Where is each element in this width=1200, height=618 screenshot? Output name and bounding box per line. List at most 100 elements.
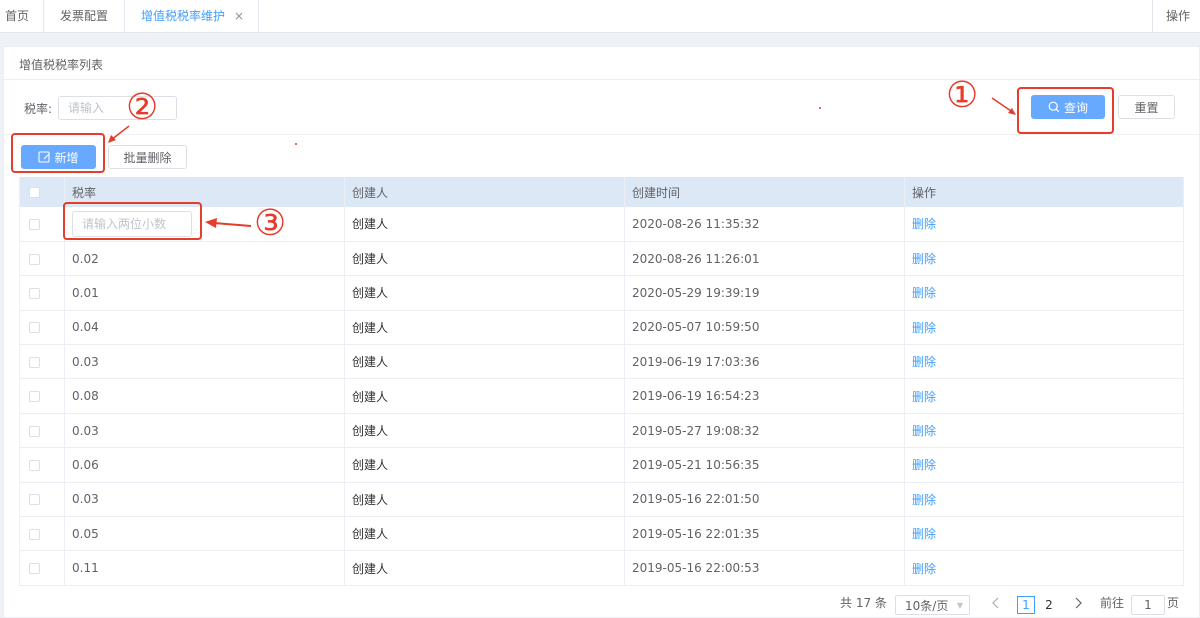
delete-link[interactable]: 删除 xyxy=(912,562,936,576)
rate-cell: 0.03 xyxy=(64,413,345,449)
row-checkbox[interactable] xyxy=(29,322,40,334)
rate-cell: 0.03 xyxy=(64,344,345,380)
delete-link[interactable]: 删除 xyxy=(912,321,936,335)
delete-link[interactable]: 删除 xyxy=(912,527,936,541)
creator-cell: 创建人 xyxy=(344,207,625,242)
row-checkbox[interactable] xyxy=(29,528,40,540)
created-time-cell: 2019-05-27 19:08:32 xyxy=(624,413,905,449)
select-all-checkbox[interactable] xyxy=(29,187,40,198)
chevron-left-icon xyxy=(992,597,999,609)
created-time-cell: 2020-08-26 11:35:32 xyxy=(624,207,905,242)
row-checkbox[interactable] xyxy=(29,253,40,265)
card-title: 增值税税率列表 xyxy=(19,58,104,72)
creator-cell: 创建人 xyxy=(344,344,625,380)
stray-mark xyxy=(819,107,821,109)
creator-cell: 创建人 xyxy=(344,413,625,449)
action-cell: 删除 xyxy=(904,482,1184,518)
annotation-arrow-2 xyxy=(108,125,130,143)
chevron-right-icon xyxy=(1075,597,1082,609)
delete-link[interactable]: 删除 xyxy=(912,424,936,438)
action-cell: 删除 xyxy=(904,207,1184,242)
goto-prefix: 前往 xyxy=(1100,596,1125,610)
tab-vat-rate[interactable]: 增值税税率维护 × xyxy=(125,0,260,33)
action-cell: 删除 xyxy=(904,447,1184,483)
table-row[interactable]: 0.02 创建人 2020-08-26 11:26:01 删除 xyxy=(19,241,1184,277)
annotation-number-3: ③ xyxy=(254,203,287,244)
delete-link[interactable]: 删除 xyxy=(912,252,936,266)
row-checkbox[interactable] xyxy=(29,287,40,299)
reset-button[interactable]: 重置 xyxy=(1118,95,1175,119)
table-row[interactable]: 0.01 创建人 2020-05-29 19:39:19 删除 xyxy=(19,275,1184,311)
rate-cell: 0.11 xyxy=(64,550,345,586)
table-row[interactable]: 0.04 创建人 2020-05-07 10:59:50 删除 xyxy=(19,310,1184,346)
rate-cell: 0.06 xyxy=(64,447,345,483)
row-checkbox[interactable] xyxy=(29,425,40,437)
table-row[interactable]: 0.03 创建人 2019-05-27 19:08:32 删除 xyxy=(19,413,1184,449)
row-checkbox-cell xyxy=(19,378,65,414)
next-page-button[interactable] xyxy=(1069,596,1087,614)
delete-link[interactable]: 删除 xyxy=(912,390,936,404)
row-checkbox-cell xyxy=(19,516,65,552)
row-checkbox-cell xyxy=(19,447,65,483)
delete-link[interactable]: 删除 xyxy=(912,355,936,369)
annotation-arrow-3 xyxy=(205,218,252,228)
rate-cell: 0.05 xyxy=(64,516,345,552)
created-time-cell: 2020-05-07 10:59:50 xyxy=(624,310,905,346)
annotation-number-1: ① xyxy=(946,75,979,116)
action-cell: 删除 xyxy=(904,241,1184,277)
reset-button-label: 重置 xyxy=(1134,100,1159,115)
creator-cell: 创建人 xyxy=(344,241,625,277)
annotation-box-query xyxy=(1017,87,1114,134)
row-checkbox[interactable] xyxy=(29,356,40,368)
row-checkbox-cell xyxy=(19,413,65,449)
close-icon[interactable]: × xyxy=(234,9,244,23)
page-size-select[interactable]: 10条/页 ▼ xyxy=(895,595,970,615)
creator-cell: 创建人 xyxy=(344,516,625,552)
row-checkbox-cell xyxy=(19,241,65,277)
created-time-cell: 2019-05-21 10:56:35 xyxy=(624,447,905,483)
row-checkbox[interactable] xyxy=(29,459,40,471)
batch-delete-button[interactable]: 批量删除 xyxy=(108,145,187,169)
creator-cell: 创建人 xyxy=(344,447,625,483)
row-checkbox[interactable] xyxy=(29,494,40,506)
delete-link[interactable]: 删除 xyxy=(912,493,936,507)
header-actions: 操作 xyxy=(904,177,1184,207)
page-number-2[interactable]: 2 xyxy=(1040,596,1058,614)
table-row[interactable]: 0.03 创建人 2019-06-19 17:03:36 删除 xyxy=(19,344,1184,380)
delete-link[interactable]: 删除 xyxy=(912,286,936,300)
tab-home[interactable]: 首页 xyxy=(0,0,45,33)
action-cell: 删除 xyxy=(904,378,1184,414)
row-checkbox-cell xyxy=(19,344,65,380)
row-checkbox[interactable] xyxy=(29,563,40,575)
rate-filter-input[interactable] xyxy=(58,96,177,120)
tab-invoice-config-label: 发票配置 xyxy=(60,9,109,23)
delete-link[interactable]: 删除 xyxy=(912,458,936,472)
divider xyxy=(4,79,1199,80)
row-checkbox-cell xyxy=(19,550,65,586)
table-row[interactable]: 0.06 创建人 2019-05-21 10:56:35 删除 xyxy=(19,447,1184,483)
action-cell: 删除 xyxy=(904,344,1184,380)
row-checkbox-cell xyxy=(19,310,65,346)
delete-link[interactable]: 删除 xyxy=(912,217,936,231)
prev-page-button[interactable] xyxy=(987,596,1005,614)
stray-mark xyxy=(295,143,297,145)
tab-operations-menu[interactable]: 操作 xyxy=(1151,0,1200,33)
tab-bar: 首页 发票配置 增值税税率维护 × 操作 xyxy=(0,0,1200,33)
tab-invoice-config[interactable]: 发票配置 xyxy=(44,0,126,33)
row-checkbox[interactable] xyxy=(29,218,40,230)
table-row[interactable]: 0.05 创建人 2019-05-16 22:01:35 删除 xyxy=(19,516,1184,552)
table-row[interactable]: 0.03 创建人 2019-05-16 22:01:50 删除 xyxy=(19,482,1184,518)
creator-cell: 创建人 xyxy=(344,310,625,346)
page-number-1[interactable]: 1 xyxy=(1017,596,1035,614)
creator-cell: 创建人 xyxy=(344,482,625,518)
table-row[interactable]: 0.08 创建人 2019-06-19 16:54:23 删除 xyxy=(19,378,1184,414)
action-cell: 删除 xyxy=(904,413,1184,449)
row-checkbox[interactable] xyxy=(29,391,40,403)
creator-cell: 创建人 xyxy=(344,275,625,311)
rate-cell: 0.01 xyxy=(64,275,345,311)
tab-vat-rate-label: 增值税税率维护 xyxy=(141,9,226,23)
goto-page-input[interactable]: 1 xyxy=(1131,595,1165,615)
table-row[interactable]: 0.11 创建人 2019-05-16 22:00:53 删除 xyxy=(19,550,1184,586)
annotation-arrow-1 xyxy=(991,97,1016,115)
action-cell: 删除 xyxy=(904,516,1184,552)
